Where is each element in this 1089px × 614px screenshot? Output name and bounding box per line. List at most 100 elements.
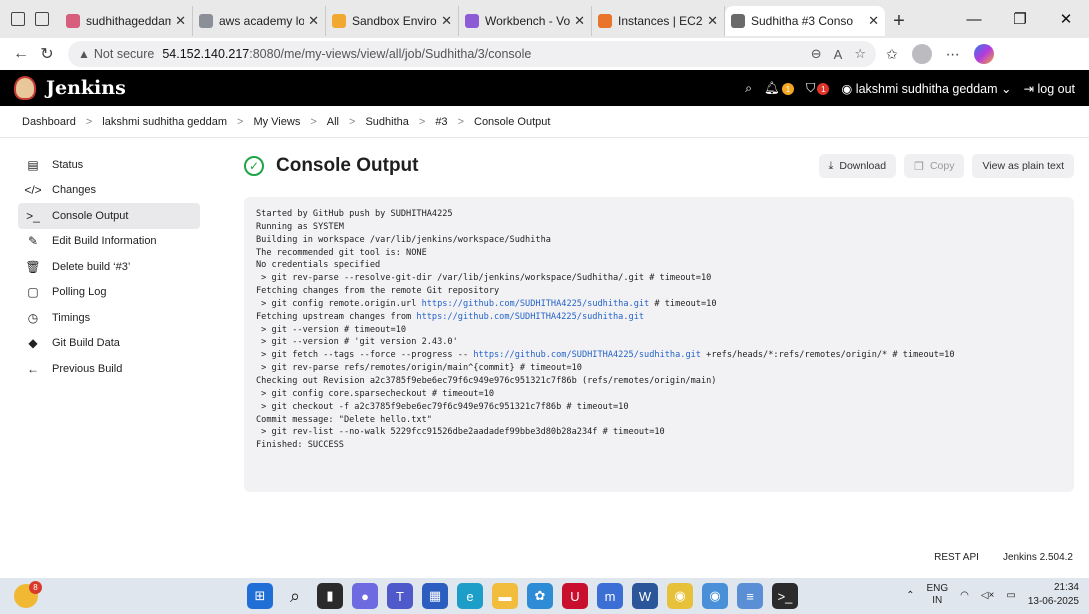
search-icon[interactable]: ⌕ xyxy=(745,81,752,96)
jenkins-title[interactable]: Jenkins xyxy=(46,77,126,99)
tab-actions-icon[interactable] xyxy=(35,12,49,26)
teams-icon[interactable]: T xyxy=(387,583,413,609)
sidebar-item[interactable]: 🗑 Delete build ‘#3’ xyxy=(18,254,218,280)
close-tab-icon[interactable]: ✕ xyxy=(574,13,585,29)
success-check-icon: ✓ xyxy=(244,156,264,176)
breadcrumb-item[interactable]: My Views xyxy=(253,116,300,128)
close-window-button[interactable]: ✕ xyxy=(1043,0,1089,38)
tab-title: Sandbox Environm xyxy=(352,14,437,28)
rest-api-link[interactable]: REST API xyxy=(934,552,979,563)
main-header: ✓ Console Output ⤓ Download ❐ Copy View as… xyxy=(244,152,1074,180)
sidebar-item[interactable]: ◆ Git Build Data xyxy=(18,331,218,357)
favorite-star-icon[interactable]: ☆ xyxy=(854,46,866,62)
zoom-icon[interactable]: ⊖ xyxy=(811,46,822,62)
jenkins-version-link[interactable]: Jenkins 2.504.2 xyxy=(1003,552,1073,563)
office-icon[interactable]: ▦ xyxy=(422,583,448,609)
sidebar-item-label: Status xyxy=(52,158,84,171)
profile-avatar[interactable] xyxy=(911,44,932,64)
breadcrumb-item[interactable]: #3 xyxy=(435,116,447,128)
close-tab-icon[interactable]: ✕ xyxy=(868,13,879,29)
sidebar-item[interactable]: ← Previous Build xyxy=(18,356,218,382)
sidebar-item[interactable]: ▢ Polling Log xyxy=(18,280,218,306)
search-icon[interactable]: ⌕ xyxy=(282,583,308,609)
language-indicator[interactable]: ENG IN xyxy=(926,583,948,607)
notifications-button[interactable]: 🔔︎ 1 xyxy=(764,81,795,96)
chrome-alt-icon[interactable]: ◉ xyxy=(702,583,728,609)
browser-tab[interactable]: Sandbox Environm ✕ xyxy=(326,6,459,36)
weather-widget-icon[interactable]: 8 xyxy=(14,581,42,608)
breadcrumb-separator-icon: > xyxy=(85,115,93,128)
browser-tab[interactable]: Sudhitha #3 Conso ✕ xyxy=(725,6,885,36)
wifi-icon[interactable]: ◠ xyxy=(960,590,969,601)
windows-start-icon[interactable]: ⊞ xyxy=(247,583,273,609)
browser-tab[interactable]: aws academy login ✕ xyxy=(193,6,326,36)
read-aloud-icon[interactable]: A xyxy=(834,47,843,62)
more-options-icon[interactable]: ⋯ xyxy=(946,46,960,63)
close-tab-icon[interactable]: ✕ xyxy=(441,13,452,29)
security-button[interactable]: ⛉ 1 xyxy=(806,81,830,96)
address-bar[interactable]: ▲ Not secure 54.152.140.217 :8080/me/my-… xyxy=(68,41,876,67)
chrome-icon[interactable]: ◉ xyxy=(667,583,693,609)
browser-tab[interactable]: Workbench - Vocar✕ xyxy=(459,6,592,36)
sidebar-item[interactable]: ▤ Status xyxy=(18,152,218,178)
browser-tab[interactable]: sudhithageddam@ ✕ xyxy=(60,6,193,36)
repo-link[interactable]: https://github.com/SUDHITHA4225/sudhitha… xyxy=(416,312,644,322)
sidebar-item[interactable]: ✎ Edit Build Information xyxy=(18,229,218,255)
workspaces-icon[interactable] xyxy=(11,12,25,26)
close-tab-icon[interactable]: ✕ xyxy=(707,13,718,29)
logout-label: log out xyxy=(1037,81,1075,96)
repo-link[interactable]: https://github.com/SUDHITHA4225/sudhitha… xyxy=(473,350,701,360)
breadcrumb-item[interactable]: Console Output xyxy=(474,116,550,128)
chat-icon[interactable]: ● xyxy=(352,583,378,609)
minimize-button[interactable]: — xyxy=(951,0,997,38)
clock[interactable]: 21:34 13-06-2025 xyxy=(1028,581,1079,609)
page-title: Console Output xyxy=(276,155,419,176)
refresh-button[interactable]: ↻ xyxy=(34,44,60,64)
notepad-icon[interactable]: ≡ xyxy=(737,583,763,609)
terminal-icon[interactable]: >_ xyxy=(772,583,798,609)
download-button[interactable]: ⤓ Download xyxy=(818,154,897,178)
jenkins-logo-icon[interactable] xyxy=(14,76,36,100)
volume-icon[interactable]: ◁× xyxy=(981,590,995,601)
breadcrumb-separator-icon: > xyxy=(237,115,244,128)
breadcrumb-separator-icon: > xyxy=(418,115,426,128)
browser-right-controls: ✩ ⋯ xyxy=(886,44,994,64)
task-view-icon[interactable]: ▮ xyxy=(317,583,343,609)
word-icon[interactable]: W xyxy=(632,583,658,609)
breadcrumb: Dashboard > lakshmi sudhitha geddam > My Vie… xyxy=(0,106,1089,138)
mcafee-icon[interactable]: U xyxy=(562,583,588,609)
console-line: > git config core.sparsecheckout # timeo… xyxy=(256,388,494,399)
console-line: Started by GitHub push by SUDHITHA4225 xyxy=(256,209,453,219)
console-actions: ⤓ Download ❐ Copy View as plain text xyxy=(818,154,1074,178)
repo-link[interactable]: https://github.com/SUDHITHA4225/sudhitha… xyxy=(422,299,650,309)
battery-icon[interactable]: ▭ xyxy=(1006,590,1015,601)
file-explorer-icon[interactable]: ▬ xyxy=(492,583,518,609)
sidebar-item[interactable]: ◷ Timings xyxy=(18,305,218,331)
favorites-icon[interactable]: ✩ xyxy=(886,46,898,63)
view-plain-text-button[interactable]: View as plain text xyxy=(972,154,1074,178)
user-menu[interactable]: ◉ lakshmi sudhitha geddam ⌄ xyxy=(841,81,1011,96)
warning-icon[interactable]: ▲ xyxy=(78,47,90,61)
system-tray: ⌃ ENG IN ◠ ◁× ▭ 21:34 13-06-2025 xyxy=(906,581,1079,609)
logout-link[interactable]: ⇥ log out xyxy=(1024,81,1075,96)
sidebar-item[interactable]: </> Changes xyxy=(18,178,218,204)
browser-tab[interactable]: Instances | EC2 | us ✕ xyxy=(592,6,725,36)
chrome-canary-icon[interactable]: ✿ xyxy=(527,583,553,609)
breadcrumb-item[interactable]: Dashboard xyxy=(22,116,76,128)
new-tab-button[interactable]: + xyxy=(885,6,913,36)
restore-button[interactable]: ❐ xyxy=(997,0,1043,38)
breadcrumb-item[interactable]: Sudhitha xyxy=(365,116,408,128)
myapp-icon[interactable]: m xyxy=(597,583,623,609)
weather-badge: 8 xyxy=(29,581,42,594)
edge-icon[interactable]: e xyxy=(457,583,483,609)
git-icon: ◆ xyxy=(28,336,38,351)
back-button[interactable]: ← xyxy=(8,45,34,63)
sidebar-item[interactable]: >_ Console Output xyxy=(18,203,200,229)
close-tab-icon[interactable]: ✕ xyxy=(175,13,186,29)
copy-button[interactable]: ❐ Copy xyxy=(904,154,965,178)
breadcrumb-item[interactable]: lakshmi sudhitha geddam xyxy=(102,116,227,128)
close-tab-icon[interactable]: ✕ xyxy=(308,13,319,29)
breadcrumb-item[interactable]: All xyxy=(327,116,339,128)
chevron-up-icon[interactable]: ⌃ xyxy=(906,590,914,601)
copilot-icon[interactable] xyxy=(973,44,994,64)
